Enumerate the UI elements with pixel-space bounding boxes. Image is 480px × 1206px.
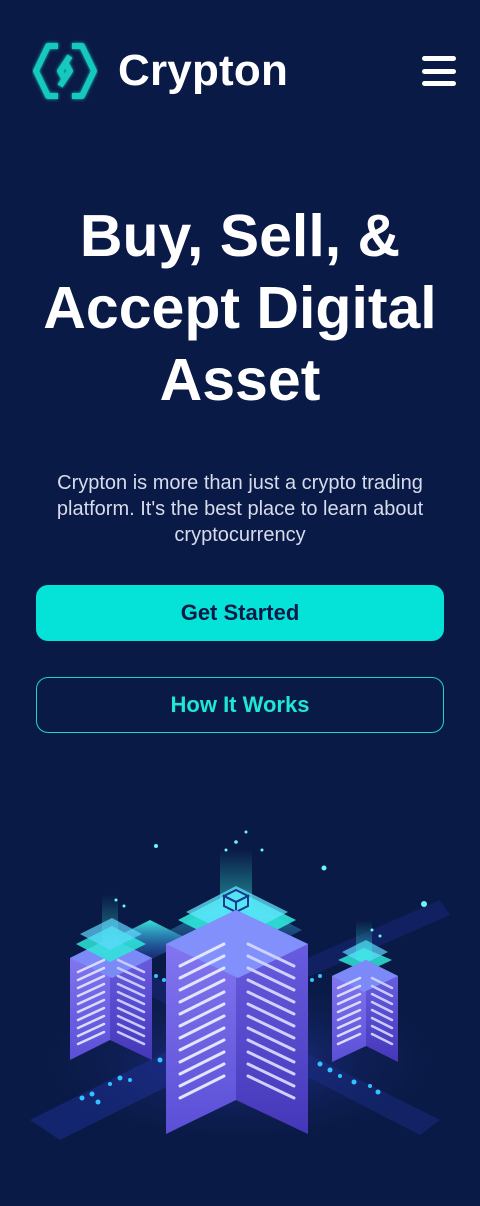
menu-bar — [422, 56, 456, 61]
get-started-button[interactable]: Get Started — [36, 585, 444, 641]
hamburger-menu-icon[interactable] — [422, 56, 456, 86]
hero-description: Crypton is more than just a crypto tradi… — [56, 472, 424, 546]
how-it-works-button[interactable]: How It Works — [36, 677, 444, 733]
brand[interactable]: Crypton — [32, 38, 288, 104]
hero-title: Buy, Sell, & Accept Digital Asset — [43, 203, 437, 413]
brand-name: Crypton — [118, 46, 289, 95]
blockchain-servers-illustration — [20, 830, 460, 1150]
crypton-logo-icon — [33, 43, 97, 99]
menu-bar — [422, 68, 456, 74]
landing-page: Crypton Buy, Sell, & Accept Digital Asse… — [0, 0, 480, 1206]
site-header: Crypton — [32, 38, 456, 104]
menu-bar — [422, 81, 456, 86]
